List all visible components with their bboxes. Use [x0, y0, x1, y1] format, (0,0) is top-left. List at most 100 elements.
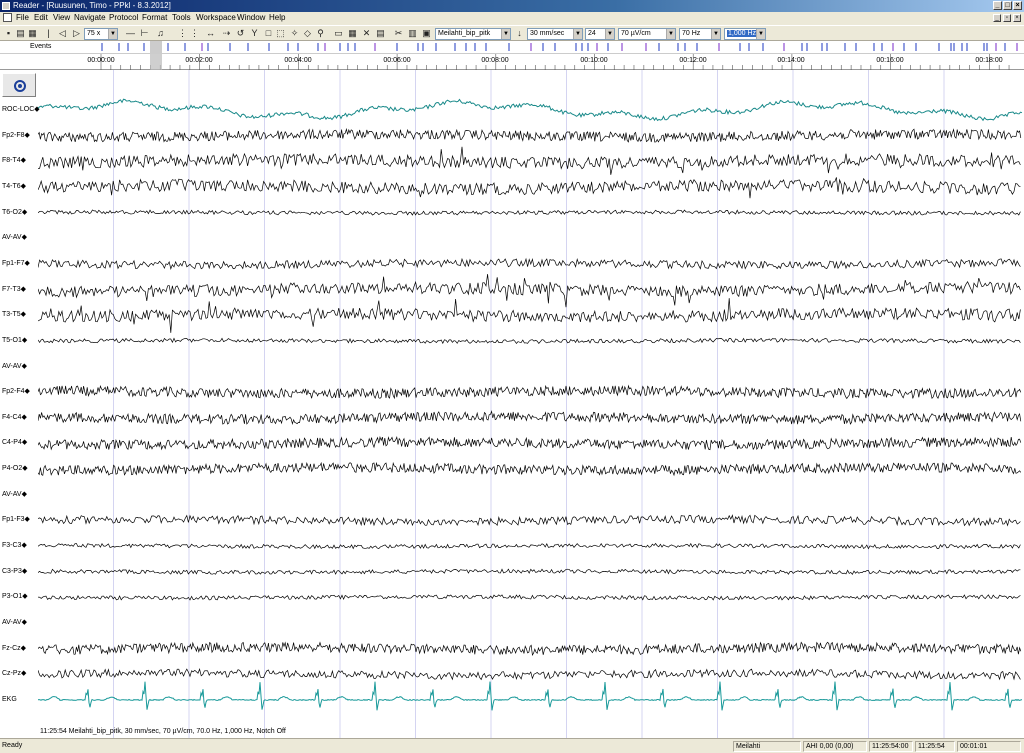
channel-label[interactable]: Fp1-F7◆: [2, 260, 30, 268]
status-clock: 11:25:54: [915, 741, 955, 752]
calculator-icon[interactable]: ▤: [376, 29, 385, 38]
point-icon[interactable]: ◇: [303, 29, 312, 38]
timeline-cursor[interactable]: [150, 54, 162, 70]
montage-select[interactable]: Meilahti_bip_pitk ▼: [435, 28, 511, 40]
time-tick-label: 00:08:00: [481, 57, 509, 64]
channel-label[interactable]: EKG: [2, 696, 17, 704]
channel-label[interactable]: Cz-Pz◆: [2, 670, 26, 678]
tools-icon[interactable]: ✕: [362, 29, 371, 38]
eeg-trace: [38, 681, 1023, 711]
undo-icon[interactable]: ↺: [236, 29, 245, 38]
menu-window[interactable]: Window: [237, 13, 265, 23]
channel-label[interactable]: T3-T5◆: [2, 311, 26, 319]
channel-count-select[interactable]: 24 ▼: [585, 28, 615, 40]
eeg-trace: [38, 127, 1022, 143]
eeg-display[interactable]: ROC-LOC◆ Fp2-F8◆ F8-T4◆ T4-T6◆ T6-O2◆ AV-AV◆ F…: [0, 70, 1024, 738]
status-elapsed: 00:01:01: [957, 741, 1021, 752]
channel-label[interactable]: AV-AV◆: [2, 363, 27, 371]
speed-select[interactable]: 30 mm/sec ▼: [527, 28, 583, 40]
expand-icon[interactable]: ↔: [206, 29, 215, 38]
events-row[interactable]: Events: [0, 41, 1024, 54]
mdi-close-button[interactable]: ×: [1013, 14, 1021, 22]
scissors-icon[interactable]: ✂: [394, 29, 403, 38]
channel-label[interactable]: F4-C4◆: [2, 414, 27, 422]
eeg-trace: [38, 337, 1021, 345]
time-tick-label: 00:06:00: [383, 57, 411, 64]
sensitivity-select[interactable]: 70 µV/cm ▼: [618, 28, 676, 40]
previous-page-icon[interactable]: ◁: [58, 29, 67, 38]
separator-icon: |: [47, 28, 50, 38]
time-tick-label: 00:14:00: [777, 57, 805, 64]
menu-workspace[interactable]: Workspace: [196, 13, 236, 23]
channel-label[interactable]: P4-O2◆: [2, 465, 28, 473]
status-ahi: AHI 0,00 (0,00): [803, 741, 867, 752]
timeline-ruler[interactable]: 00:00:00 00:02:00 00:04:00 00:06:00 00:0…: [0, 54, 1024, 70]
box-select-icon[interactable]: □: [264, 29, 273, 38]
menu-tools[interactable]: Tools: [172, 13, 191, 23]
title-bar: Reader - [Ruusunen, Timo - PPkl - 8.3.20…: [0, 0, 1024, 12]
mdi-minimize-button[interactable]: _: [993, 14, 1001, 22]
eeg-trace: [38, 98, 1023, 122]
montage-icon[interactable]: ▣: [422, 29, 431, 38]
low-pass-select[interactable]: 70 Hz ▼: [679, 28, 721, 40]
eeg-traces[interactable]: [38, 70, 1024, 738]
menu-help[interactable]: Help: [269, 13, 285, 23]
maximize-button[interactable]: □: [1003, 1, 1012, 10]
channel-label[interactable]: P3-O1◆: [2, 593, 28, 601]
mdi-restore-button[interactable]: ▫: [1003, 14, 1011, 22]
channel-label[interactable]: T4-T6◆: [2, 183, 26, 191]
recording-info: 11:25:54 Meilahti_bip_pitk, 30 mm/sec, 7…: [40, 728, 286, 735]
channel-label[interactable]: C4-P4◆: [2, 439, 27, 447]
menu-file[interactable]: File: [16, 13, 29, 23]
minimize-button[interactable]: _: [993, 1, 1002, 10]
music-note-icon[interactable]: ♫: [156, 29, 165, 38]
channel-label[interactable]: AV-AV◆: [2, 491, 27, 499]
channel-label[interactable]: Fz-Cz◆: [2, 645, 26, 653]
compress-icon[interactable]: ⇢: [222, 29, 231, 38]
zoom-select[interactable]: 75 x ▼: [84, 28, 118, 40]
grip-icon: ⋮: [178, 28, 187, 38]
event-markers[interactable]: [0, 41, 1024, 54]
channel-label[interactable]: AV-AV◆: [2, 619, 27, 627]
menu-view[interactable]: View: [53, 13, 70, 23]
eeg-trace: [38, 257, 1021, 270]
high-pass-select[interactable]: 1,000 Hz ▼: [724, 28, 766, 40]
channel-label[interactable]: C3-P3◆: [2, 568, 27, 576]
cursor-line-icon[interactable]: ⊢: [140, 29, 149, 38]
grid-icon[interactable]: ▦: [348, 29, 357, 38]
menu-edit[interactable]: Edit: [34, 13, 48, 23]
camera-icon[interactable]: ▭: [334, 29, 343, 38]
table-icon[interactable]: ▥: [408, 29, 417, 38]
channel-label[interactable]: AV-AV◆: [2, 234, 27, 242]
channel-label[interactable]: F7-T3◆: [2, 286, 26, 294]
channel-label[interactable]: T6-O2◆: [2, 209, 27, 217]
channel-label[interactable]: Fp2-F8◆: [2, 132, 30, 140]
channel-label[interactable]: T5-O1◆: [2, 337, 27, 345]
filter-icon[interactable]: Y: [250, 29, 259, 38]
channel-label[interactable]: F3-C3◆: [2, 542, 27, 550]
menu-navigate[interactable]: Navigate: [74, 13, 106, 23]
montage-target-button[interactable]: [2, 73, 36, 97]
channel-label[interactable]: Fp1-F3◆: [2, 516, 30, 524]
print-icon[interactable]: ▤: [16, 29, 25, 38]
crosshair-icon[interactable]: ✧: [290, 29, 299, 38]
print-preview-icon[interactable]: ▦: [28, 29, 37, 38]
status-bar: Ready Meilahti AHI 0,00 (0,00) 11:25:54:…: [0, 738, 1024, 753]
menu-protocol[interactable]: Protocol: [109, 13, 138, 23]
channel-label[interactable]: F8-T4◆: [2, 157, 26, 165]
reader-window: Reader - [Ruusunen, Timo - PPkl - 8.3.20…: [0, 0, 1024, 753]
close-button[interactable]: ×: [1013, 1, 1022, 10]
document-icon[interactable]: [3, 13, 12, 22]
status-site: Meilahti: [733, 741, 801, 752]
next-page-icon[interactable]: ▷: [72, 29, 81, 38]
time-tick-label: 00:18:00: [975, 57, 1003, 64]
time-tick-label: 00:16:00: [876, 57, 904, 64]
channel-label[interactable]: Fp2-F4◆: [2, 388, 30, 396]
channel-label[interactable]: ROC-LOC◆: [2, 106, 40, 114]
status-text: Ready: [2, 742, 23, 749]
line-tool-icon[interactable]: —: [126, 29, 135, 38]
zoom-tool-icon[interactable]: ⚲: [316, 29, 325, 38]
marquee-icon[interactable]: ⬚: [276, 29, 285, 38]
menu-format[interactable]: Format: [142, 13, 167, 23]
save-icon[interactable]: ▪: [4, 29, 13, 38]
